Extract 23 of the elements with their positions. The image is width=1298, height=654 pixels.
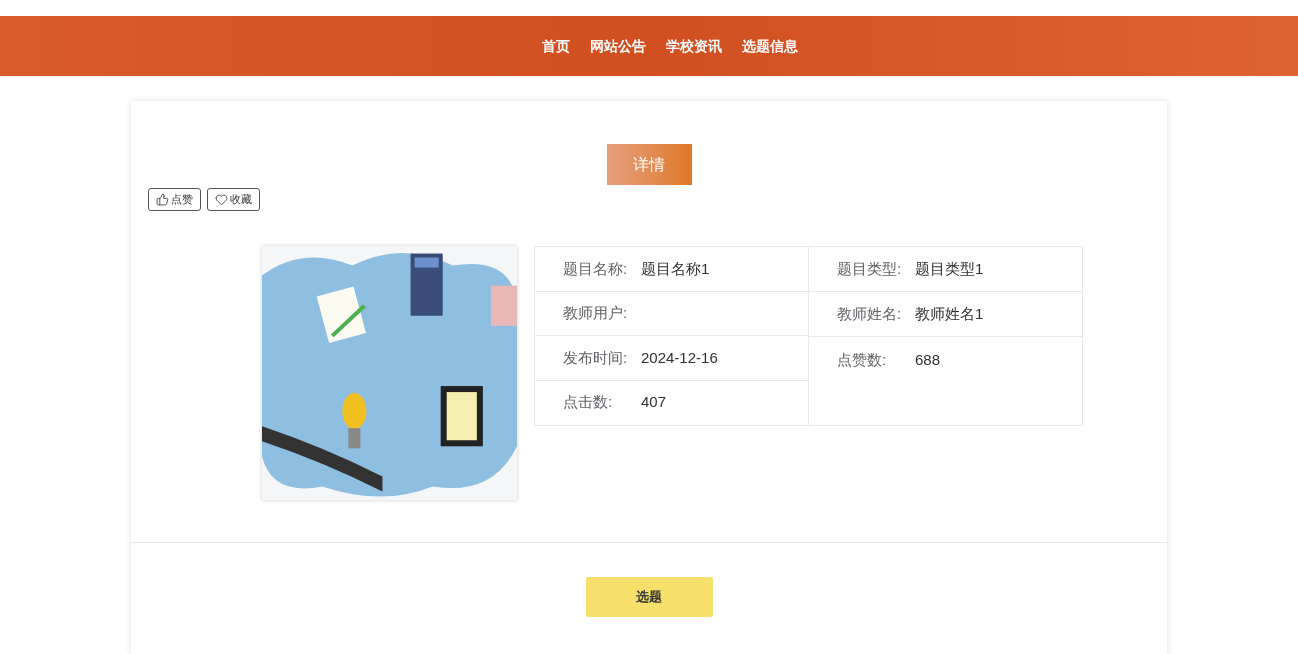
nav-link[interactable]: 首页 (542, 36, 570, 56)
field-value: 题目类型1 (915, 258, 984, 279)
nav-link[interactable]: 网站公告 (590, 36, 646, 56)
favorite-button[interactable]: 收藏 (207, 188, 260, 211)
field-label: 发布时间: (563, 347, 629, 368)
field-label: 点赞数: (837, 350, 888, 370)
nav-link[interactable]: 选题信息 (742, 36, 798, 56)
field-value: 题目名称1 (641, 258, 710, 279)
field-label: 教师用户: (563, 303, 629, 323)
field-label: 题目名称: (563, 258, 629, 279)
detail-heading: 详情 (606, 144, 692, 185)
field-label: 题目类型: (837, 258, 903, 279)
nav-link[interactable]: 学校资讯 (666, 36, 722, 56)
field-value: 688 (915, 350, 941, 370)
field-label: 教师姓名: (837, 303, 903, 324)
thumbs-up-icon (156, 193, 169, 206)
field-label: 点击数: (563, 392, 614, 413)
select-topic-button[interactable]: 选题 (585, 577, 713, 617)
field-value: 教师姓名1 (915, 303, 984, 324)
field-value: 2024-12-16 (641, 347, 718, 368)
field-value: 407 (641, 392, 667, 413)
heart-icon (215, 193, 228, 206)
like-button[interactable]: 点赞 (148, 188, 201, 211)
